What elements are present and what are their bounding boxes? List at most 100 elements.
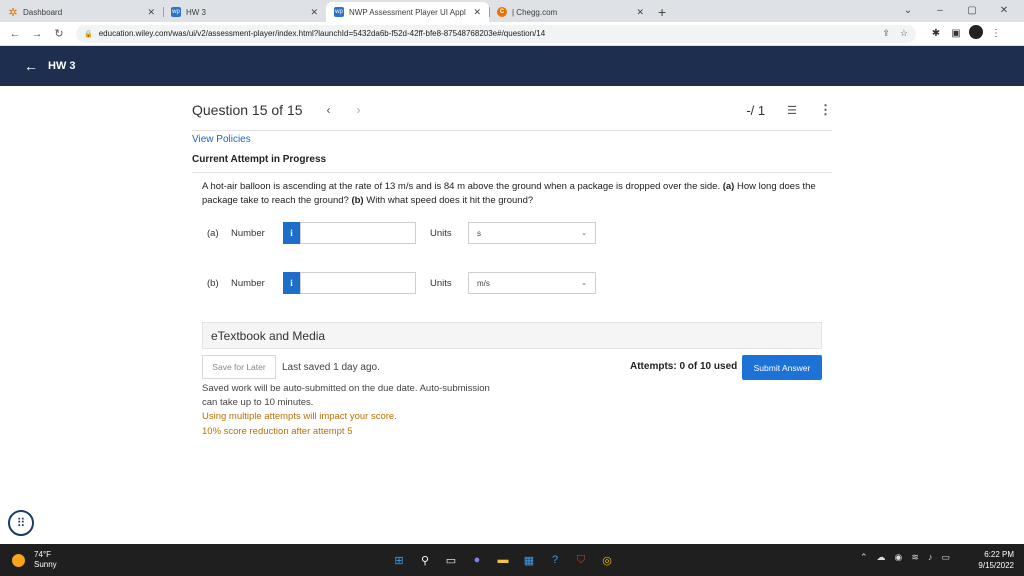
more-options-icon[interactable]: ⋮ <box>819 102 832 118</box>
onedrive-icon[interactable]: ☁ <box>877 552 886 563</box>
volume-icon[interactable]: ♪ <box>928 552 933 563</box>
wp-icon: wp <box>334 7 344 17</box>
gear-icon: ✲ <box>8 6 18 19</box>
window-controls: ⌄ – ▢ ✕ <box>892 2 1020 20</box>
question-header: Question 15 of 15 ‹ › -/ 1 ☰ ⋮ <box>192 100 832 120</box>
close-icon[interactable]: ✕ <box>147 7 155 18</box>
close-icon[interactable]: ✕ <box>636 7 644 18</box>
reload-icon[interactable]: ↻ <box>48 27 70 40</box>
teams-chat-icon[interactable]: ● <box>466 549 488 571</box>
tab-label: Dashboard <box>23 7 63 17</box>
question-list-icon[interactable]: ☰ <box>787 104 797 117</box>
new-tab-button[interactable]: + <box>652 2 672 22</box>
divider <box>192 130 832 131</box>
extensions-icon[interactable]: ✱ <box>926 28 946 39</box>
tab-label: | Chegg.com <box>512 7 558 17</box>
close-icon[interactable]: ✕ <box>310 7 318 18</box>
attempts-used: Attempts: 0 of 10 used <box>630 361 738 372</box>
part-label: (b) <box>207 277 219 289</box>
save-for-later-button[interactable]: Save for Later <box>202 355 276 379</box>
back-arrow-icon[interactable]: ← <box>4 28 26 40</box>
tab-search-icon[interactable]: ⌄ <box>892 2 924 20</box>
divider <box>192 172 832 173</box>
address-bar[interactable]: 🔒 education.wiley.com/was/ui/v2/assessme… <box>76 24 916 43</box>
tab-nwp-assessment[interactable]: wp NWP Assessment Player UI Appl ✕ <box>326 2 489 22</box>
multiple-attempts-warning: Using multiple attempts will impact your… <box>202 411 397 422</box>
back-arrow-icon[interactable]: ← <box>24 58 38 74</box>
close-window-button[interactable]: ✕ <box>988 2 1020 20</box>
units-value: m/s <box>477 278 490 288</box>
taskbar: 74°F Sunny ⊞ ⚲ ▭ ● ▬ ▦ ? ⛉ ◎ ⌃ ☁ ◉ ≋ ♪ ▭… <box>0 544 1024 576</box>
previous-question-icon[interactable]: ‹ <box>327 103 331 117</box>
task-view-icon[interactable]: ▭ <box>440 549 462 571</box>
number-input-a[interactable] <box>300 222 416 244</box>
units-label: Units <box>430 277 452 289</box>
chrome-icon[interactable]: ◎ <box>596 549 618 571</box>
next-question-icon[interactable]: › <box>357 103 361 117</box>
weather-widget[interactable]: 74°F Sunny <box>12 550 57 570</box>
close-icon[interactable]: ✕ <box>473 7 481 18</box>
time: 6:22 PM <box>984 550 1014 559</box>
weather-text: 74°F Sunny <box>34 550 57 570</box>
part-b-label: (b) <box>351 195 364 206</box>
store-icon[interactable]: ▦ <box>518 549 540 571</box>
minimize-button[interactable]: – <box>924 2 956 20</box>
wifi-icon[interactable]: ≋ <box>911 552 919 563</box>
etextbook-media-panel[interactable]: eTextbook and Media <box>202 322 822 349</box>
mcafee-icon[interactable]: ⛉ <box>570 549 592 571</box>
units-label: Units <box>430 227 452 239</box>
browser-toolbar: ← → ↻ 🔒 education.wiley.com/was/ui/v2/as… <box>0 22 1024 46</box>
help-icon[interactable]: ? <box>544 549 566 571</box>
main-content: Question 15 of 15 ‹ › -/ 1 ☰ ⋮ View Poli… <box>0 86 1024 544</box>
number-input-b[interactable] <box>300 272 416 294</box>
info-icon[interactable]: i <box>283 272 300 294</box>
problem-statement: A hot-air balloon is ascending at the ra… <box>202 180 826 208</box>
info-icon[interactable]: i <box>283 222 300 244</box>
answer-row-b: (b) Number i Units m/s ⌄ <box>207 272 596 294</box>
chegg-icon: C <box>497 7 507 17</box>
number-label: Number <box>231 277 265 289</box>
browser-menu-icon[interactable]: ⋮ <box>986 28 1006 39</box>
question-score: -/ 1 <box>746 102 766 118</box>
autosubmit-note: Saved work will be auto-submitted on the… <box>202 383 490 408</box>
tab-dashboard[interactable]: ✲ Dashboard ✕ <box>0 2 163 22</box>
bookmark-star-icon[interactable]: ☆ <box>900 28 908 39</box>
units-select-b[interactable]: m/s ⌄ <box>468 272 596 294</box>
browser-tab-strip: ✲ Dashboard ✕ wp HW 3 ✕ wp NWP Assessmen… <box>0 0 1024 22</box>
battery-icon[interactable]: ▭ <box>941 552 950 563</box>
units-select-a[interactable]: s ⌄ <box>468 222 596 244</box>
url-text[interactable]: education.wiley.com/was/ui/v2/assessment… <box>99 29 873 38</box>
tab-label: NWP Assessment Player UI Appl <box>349 7 466 17</box>
part-a-label: (a) <box>722 181 735 192</box>
clock[interactable]: 6:22 PM 9/15/2022 <box>976 549 1014 571</box>
share-icon[interactable]: ⇪ <box>882 28 890 39</box>
maximize-button[interactable]: ▢ <box>956 2 988 20</box>
search-icon[interactable]: ⚲ <box>414 549 436 571</box>
problem-text: A hot-air balloon is ascending at the ra… <box>202 181 721 192</box>
cookie-settings-icon[interactable]: ⠿ <box>8 510 34 536</box>
units-value: s <box>477 228 481 238</box>
part-label: (a) <box>207 227 219 239</box>
last-saved-text: Last saved 1 day ago. <box>282 362 380 373</box>
windows-start-icon[interactable]: ⊞ <box>388 549 410 571</box>
taskbar-apps: ⊞ ⚲ ▭ ● ▬ ▦ ? ⛉ ◎ <box>388 549 622 571</box>
system-tray: ⌃ ☁ ◉ ≋ ♪ ▭ <box>860 552 959 563</box>
submit-answer-button[interactable]: Submit Answer <box>742 355 822 380</box>
profile-icon[interactable] <box>966 25 986 42</box>
tab-chegg[interactable]: C | Chegg.com ✕ <box>489 2 652 22</box>
tab-label: HW 3 <box>186 7 206 17</box>
tray-chevron-up-icon[interactable]: ⌃ <box>860 552 868 563</box>
chevron-down-icon: ⌄ <box>581 230 587 237</box>
file-explorer-icon[interactable]: ▬ <box>492 549 514 571</box>
view-policies-link[interactable]: View Policies <box>192 134 251 145</box>
side-panel-icon[interactable]: ▣ <box>946 28 966 39</box>
tab-hw3[interactable]: wp HW 3 ✕ <box>163 2 326 22</box>
weather-condition: Sunny <box>34 560 57 569</box>
sun-icon <box>12 553 25 567</box>
forward-arrow-icon[interactable]: → <box>26 28 48 40</box>
assignment-title: HW 3 <box>48 60 76 72</box>
score-reduction-warning: 10% score reduction after attempt 5 <box>202 426 353 437</box>
lock-icon[interactable]: 🔒 <box>84 30 93 38</box>
app-header: ← HW 3 <box>0 46 1024 86</box>
tray-app-icon[interactable]: ◉ <box>895 552 903 563</box>
